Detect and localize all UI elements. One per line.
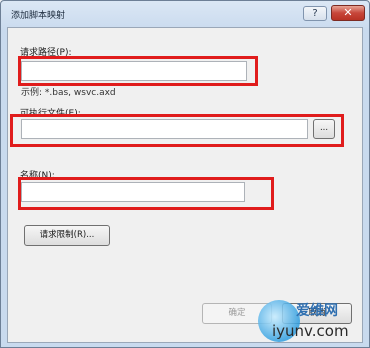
- watermark-brand-en: iyunv.com: [272, 322, 349, 340]
- watermark-brand-cn: 爱维网: [296, 303, 338, 319]
- close-icon: ✕: [343, 6, 353, 19]
- dialog-title: 添加脚本映射: [11, 11, 66, 21]
- request-path-example: 示例: *.bas, wsvc.axd: [21, 88, 116, 98]
- executable-highlight: [10, 114, 344, 147]
- request-path-highlight: [18, 56, 258, 86]
- request-restrictions-button[interactable]: 请求限制(R)...: [24, 225, 110, 246]
- help-icon: ?: [312, 8, 318, 19]
- name-highlight: [18, 177, 274, 210]
- add-script-map-dialog: 添加脚本映射 ? ✕ 请求路径(P): 示例: *.bas, wsvc.axd …: [0, 0, 370, 348]
- help-button[interactable]: ?: [303, 6, 327, 21]
- dialog-client-area: 请求路径(P): 示例: *.bas, wsvc.axd 可执行文件(E): .…: [7, 27, 363, 343]
- dialog-titlebar[interactable]: 添加脚本映射 ? ✕: [1, 1, 369, 25]
- close-button[interactable]: ✕: [331, 5, 365, 21]
